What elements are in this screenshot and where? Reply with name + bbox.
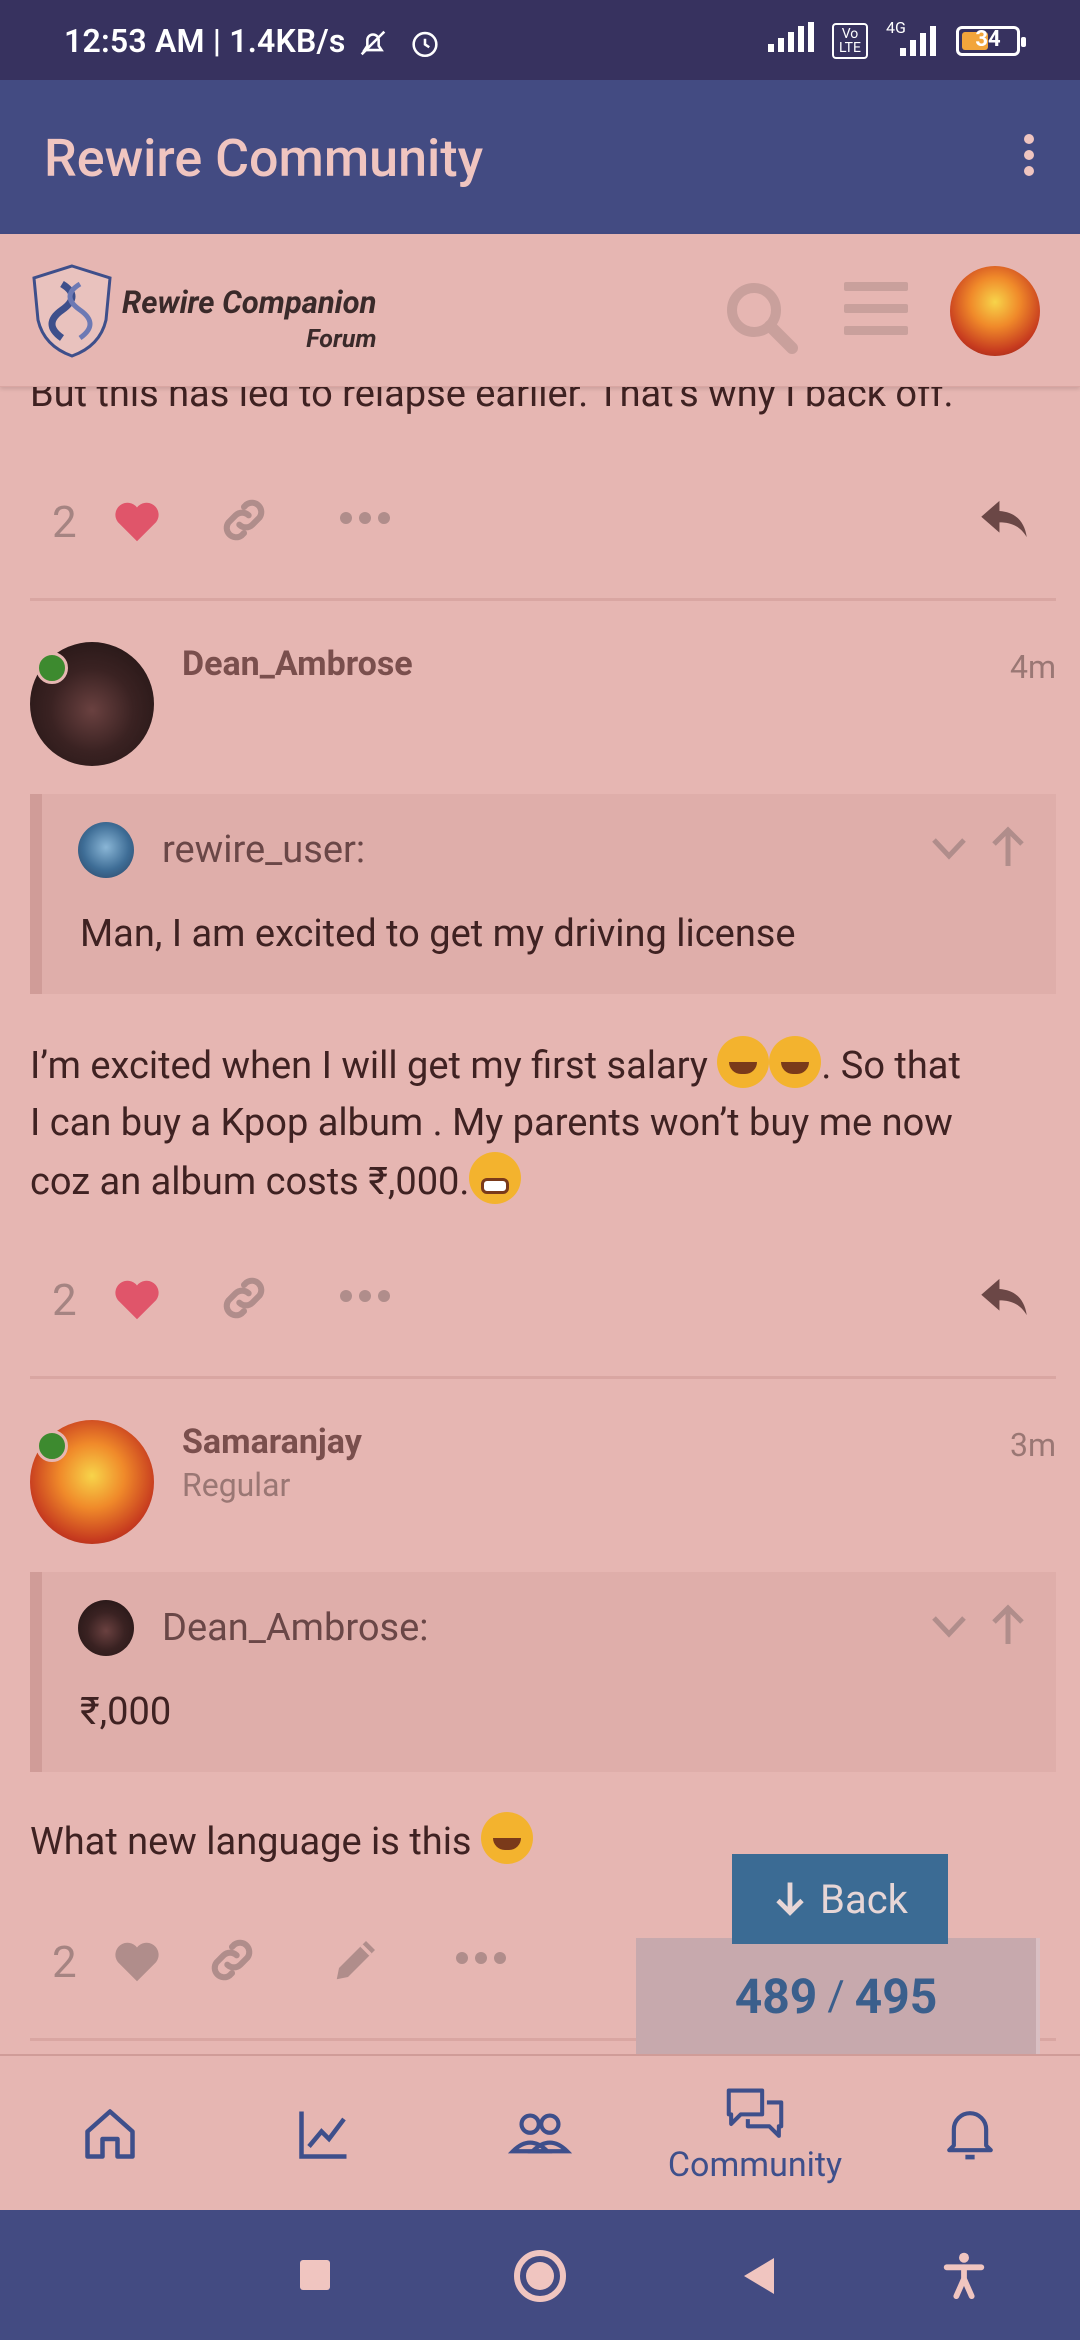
forum-logo-text: Rewire Companion Forum <box>122 284 377 354</box>
quote-author: Dean_Ambrose: <box>162 1606 429 1650</box>
signal-icon <box>768 22 814 60</box>
arrow-up-icon[interactable] <box>988 1604 1028 1646</box>
chevron-down-icon[interactable] <box>930 834 968 864</box>
chat-icon <box>726 2088 784 2138</box>
forum-logo[interactable] <box>28 262 116 360</box>
online-indicator <box>36 1430 68 1462</box>
laughing-emoji-icon <box>480 1812 533 1864</box>
quote-text: Man, I am excited to get my driving lice… <box>80 912 796 956</box>
home-icon <box>85 2109 135 2159</box>
arrow-up-icon[interactable] <box>988 826 1028 868</box>
volte-icon: Vo LTE <box>832 23 868 59</box>
more-options-icon[interactable] <box>1024 134 1036 180</box>
hamburger-menu-icon[interactable] <box>844 282 908 346</box>
more-actions-icon[interactable] <box>456 1952 506 1964</box>
battery-icon: 34 <box>956 26 1026 56</box>
link-icon[interactable] <box>216 1270 272 1326</box>
user-avatar[interactable] <box>950 266 1040 356</box>
user-title: Regular <box>182 1466 291 1504</box>
alarm-icon <box>408 26 442 68</box>
post-time[interactable]: 4m <box>1010 648 1056 686</box>
heart-icon[interactable] <box>110 494 164 548</box>
quote-avatar <box>78 1600 134 1656</box>
like-count[interactable]: 2 <box>52 496 77 548</box>
heart-icon[interactable] <box>110 1272 164 1326</box>
reply-icon[interactable] <box>976 1272 1032 1322</box>
back-button[interactable]: Back <box>732 1854 948 1944</box>
post-body: I’m excited when I will get my first sal… <box>0 1036 991 1211</box>
nav-notifications[interactable] <box>930 2056 1010 2212</box>
post-actions: 2 <box>30 484 1060 564</box>
quote-author: rewire_user: <box>162 828 366 872</box>
like-count[interactable]: 2 <box>52 1936 77 1988</box>
status-bar: 12:53 AM | 1.4KB/s Vo LTE 4G 34 <box>0 0 1080 80</box>
more-actions-icon[interactable] <box>340 1290 390 1302</box>
forum-header: Rewire Companion Forum <box>0 234 1080 387</box>
reply-icon[interactable] <box>976 494 1032 544</box>
nav-home[interactable] <box>70 2056 150 2212</box>
home-button[interactable] <box>514 2250 566 2302</box>
bottom-navigation: Community <box>0 2054 1080 2212</box>
chart-icon <box>299 2111 347 2159</box>
bell-icon <box>947 2111 993 2160</box>
post-time[interactable]: 3m <box>1010 1426 1056 1464</box>
mute-icon <box>356 26 390 68</box>
post-progress-indicator[interactable]: 489/495 <box>636 1938 1040 2054</box>
back-nav-button[interactable] <box>744 2258 774 2294</box>
users-icon <box>508 2113 572 2154</box>
arrow-down-icon <box>776 1882 804 1916</box>
post-divider <box>30 1376 1056 1379</box>
app-title: Rewire Community <box>44 128 484 189</box>
edit-pencil-icon[interactable] <box>330 1932 384 1986</box>
chevron-down-icon[interactable] <box>930 1612 968 1642</box>
avatar[interactable] <box>30 1420 154 1544</box>
quote-block: Dean_Ambrose: ₹,000 <box>30 1572 1056 1772</box>
more-actions-icon[interactable] <box>340 512 390 524</box>
post-actions: 2 <box>30 1262 1060 1342</box>
grimacing-emoji-icon <box>469 1152 522 1204</box>
like-count[interactable]: 2 <box>52 1274 77 1326</box>
post-username[interactable]: Dean_Ambrose <box>182 644 413 684</box>
recents-button[interactable] <box>300 2260 330 2290</box>
nav-community-label: Community <box>667 2145 843 2185</box>
network-type: 4G <box>886 18 938 56</box>
avatar[interactable] <box>30 642 154 766</box>
heart-icon[interactable] <box>110 1934 164 1988</box>
search-icon[interactable] <box>722 278 798 354</box>
laughing-emoji-icon <box>769 1036 822 1088</box>
link-icon[interactable] <box>216 492 272 548</box>
post-divider <box>30 598 1056 601</box>
post-body: What new language is this <box>0 1812 563 1871</box>
quote-block: rewire_user: Man, I am excited to get my… <box>30 794 1056 994</box>
laughing-emoji-icon <box>717 1036 770 1088</box>
nav-community[interactable]: Community <box>640 2056 870 2212</box>
nav-friends[interactable] <box>500 2056 580 2212</box>
quote-avatar <box>78 822 134 878</box>
nav-stats[interactable] <box>284 2056 364 2212</box>
link-icon[interactable] <box>204 1932 260 1988</box>
post-username[interactable]: Samaranjay <box>182 1422 362 1462</box>
app-bar: Rewire Community <box>0 80 1080 234</box>
quote-text: ₹,000 <box>80 1690 172 1734</box>
online-indicator <box>36 652 68 684</box>
accessibility-icon[interactable] <box>940 2250 988 2300</box>
system-navigation-bar <box>0 2210 1080 2340</box>
status-time: 12:53 AM | 1.4KB/s <box>64 22 346 60</box>
